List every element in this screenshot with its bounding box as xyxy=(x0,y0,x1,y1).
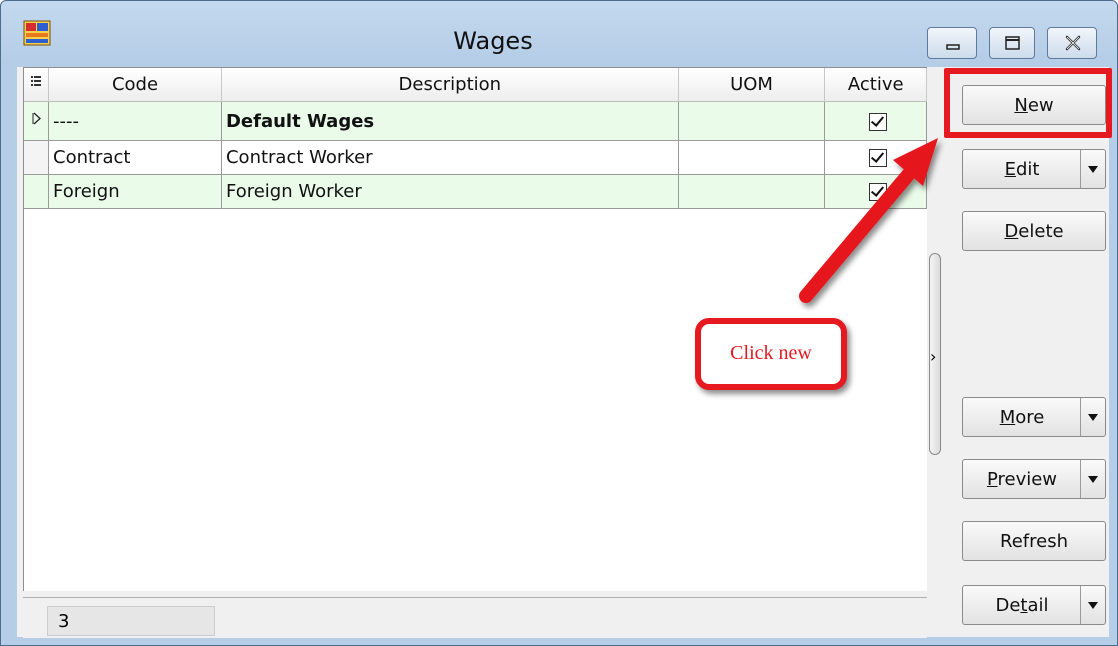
active-checkbox[interactable] xyxy=(868,112,887,131)
active-checkbox[interactable] xyxy=(868,149,887,167)
vertical-scrollbar[interactable] xyxy=(927,67,943,597)
cell-description[interactable]: Contract Worker xyxy=(221,140,679,175)
detail-dropdown-arrow-icon[interactable] xyxy=(1080,586,1105,624)
table-row[interactable]: ---- Default Wages xyxy=(24,101,927,141)
restore-icon[interactable] xyxy=(989,27,1035,59)
grid-footer: 3 xyxy=(23,597,927,638)
cell-active[interactable] xyxy=(824,101,927,141)
detail-button-label: Detail xyxy=(995,595,1049,616)
header-row: Code Description UOM Active xyxy=(24,68,927,102)
edit-button[interactable]: Edit xyxy=(962,149,1106,189)
cell-uom[interactable] xyxy=(678,101,826,141)
record-count: 3 xyxy=(47,606,215,636)
cell-active[interactable] xyxy=(824,174,927,209)
callout-text: Click new xyxy=(730,342,812,364)
edit-dropdown-arrow-icon[interactable] xyxy=(1080,150,1105,188)
cell-description[interactable]: Foreign Worker xyxy=(221,174,679,209)
table-row[interactable]: Foreign Foreign Worker xyxy=(24,174,927,209)
delete-button[interactable]: Delete xyxy=(962,211,1106,251)
close-icon[interactable] xyxy=(1047,27,1097,59)
active-checkbox[interactable] xyxy=(868,183,887,201)
edit-button-label: Edit xyxy=(1004,159,1040,180)
wages-table: Code Description UOM Active ---- Default… xyxy=(24,68,927,209)
row-indicator xyxy=(24,174,49,209)
more-button-label: More xyxy=(999,407,1045,428)
cell-code[interactable]: Contract xyxy=(48,140,222,175)
preview-dropdown-arrow-icon[interactable] xyxy=(1080,460,1105,498)
column-chooser-icon[interactable] xyxy=(24,68,49,102)
more-dropdown-arrow-icon[interactable] xyxy=(1080,398,1105,436)
column-header-code[interactable]: Code xyxy=(48,68,222,102)
cell-code[interactable]: Foreign xyxy=(48,174,222,209)
detail-button[interactable]: Detail xyxy=(962,585,1106,625)
minimize-icon[interactable] xyxy=(927,27,977,59)
refresh-button[interactable]: Refresh xyxy=(962,521,1106,561)
row-indicator xyxy=(24,140,49,175)
refresh-button-label: Refresh xyxy=(1000,531,1068,552)
more-button[interactable]: More xyxy=(962,397,1106,437)
window-title: Wages xyxy=(453,27,533,55)
delete-button-label: Delete xyxy=(1004,221,1064,242)
title-bar[interactable]: Wages xyxy=(1,1,1117,67)
column-header-description[interactable]: Description xyxy=(221,68,679,102)
cell-description[interactable]: Default Wages xyxy=(221,101,679,141)
table-row[interactable]: Contract Contract Worker xyxy=(24,140,927,175)
new-button-highlight xyxy=(944,68,1112,138)
preview-button[interactable]: Preview xyxy=(962,459,1106,499)
splitter-arrow-icon[interactable]: › xyxy=(930,347,936,366)
column-header-active[interactable]: Active xyxy=(824,68,927,102)
annotation-callout: Click new xyxy=(695,318,847,390)
column-header-uom[interactable]: UOM xyxy=(678,68,826,102)
preview-button-label: Preview xyxy=(986,469,1058,490)
cell-active[interactable] xyxy=(824,140,927,175)
cell-code[interactable]: ---- xyxy=(48,101,222,141)
cell-uom[interactable] xyxy=(678,174,826,209)
client-area: Code Description UOM Active ---- Default… xyxy=(17,67,1109,638)
current-row-indicator-icon xyxy=(24,101,49,141)
cell-uom[interactable] xyxy=(678,140,826,175)
